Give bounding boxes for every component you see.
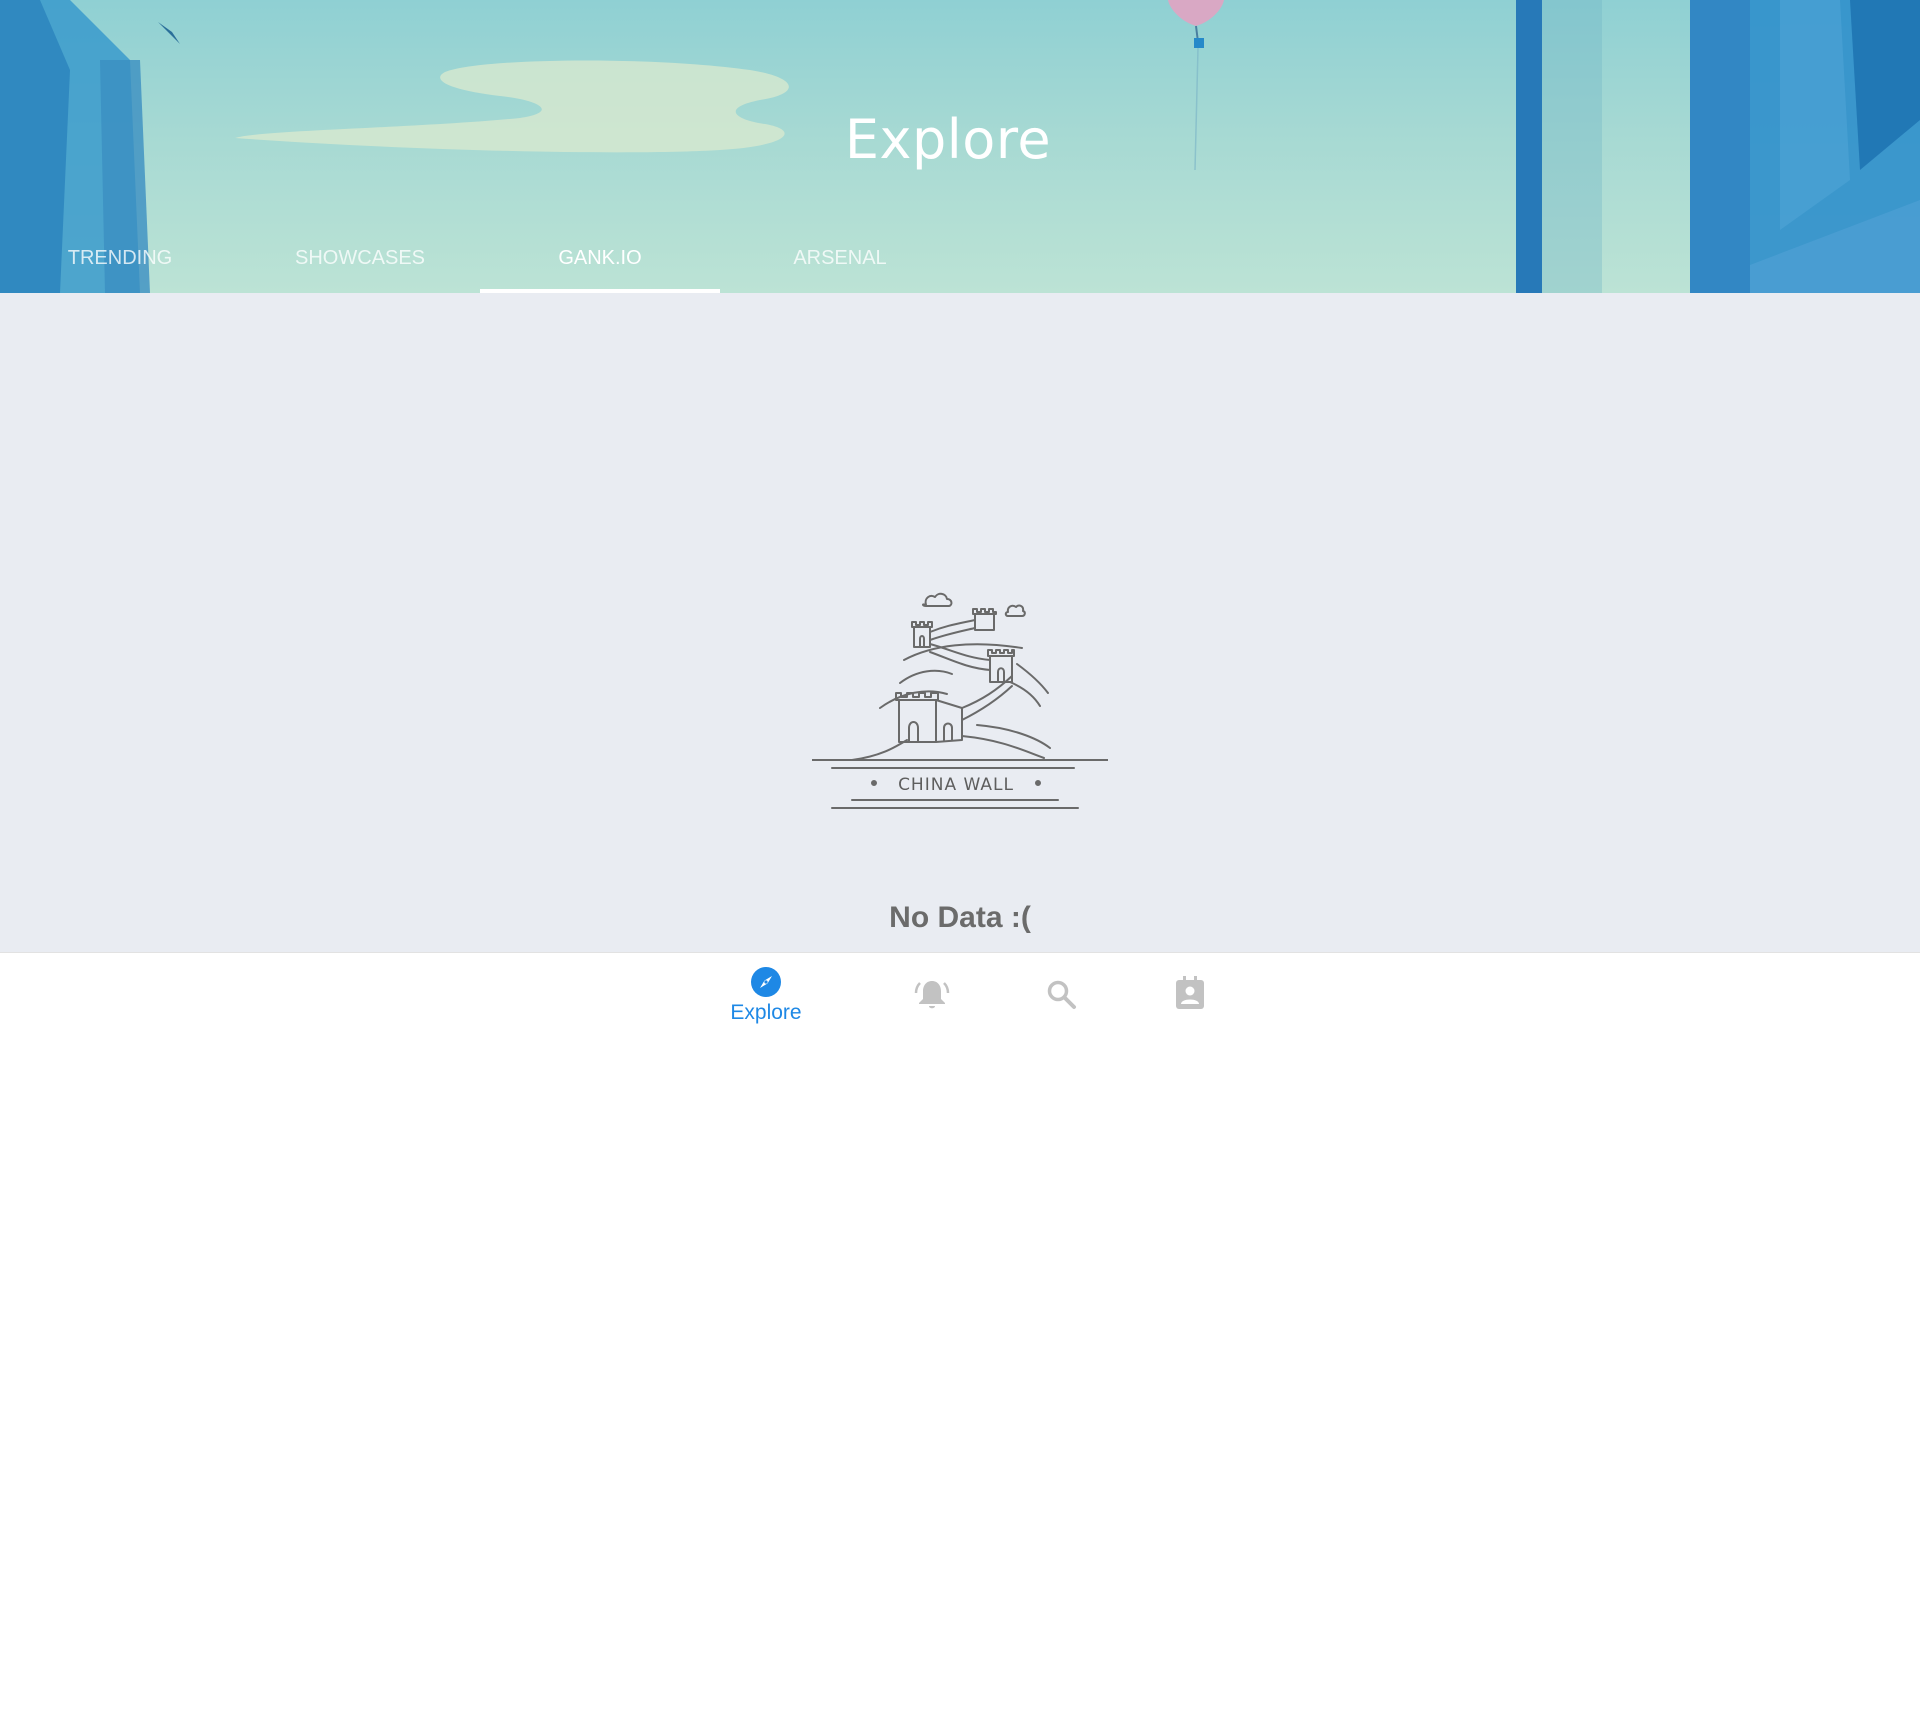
tab-bar: TRENDING SHOWCASES GANK.IO ARSENAL (0, 234, 960, 293)
compass-icon (751, 967, 781, 997)
illustration-caption: CHINA WALL (898, 775, 1014, 795)
empty-state-message: No Data :( (889, 901, 1031, 934)
nav-item-search[interactable] (1026, 953, 1098, 1039)
page-title: Explore (844, 108, 1052, 171)
empty-state-panel: CHINA WALL No Data :( (0, 293, 1920, 952)
great-wall-illustration: CHINA WALL (812, 592, 1108, 809)
bell-ringing-icon (914, 981, 950, 1009)
contact-card-icon (1176, 976, 1204, 1009)
bottom-navigation: Explore (0, 952, 1920, 1038)
tab-trending[interactable]: TRENDING (0, 234, 240, 293)
tab-showcases[interactable]: SHOWCASES (240, 234, 480, 293)
nav-item-explore[interactable]: Explore (712, 953, 820, 1039)
nav-item-notifications[interactable] (896, 953, 968, 1039)
tab-arsenal[interactable]: ARSENAL (720, 234, 960, 293)
nav-item-profile[interactable] (1154, 953, 1226, 1039)
nav-label-explore: Explore (730, 1001, 802, 1024)
tab-gank-io[interactable]: GANK.IO (480, 234, 720, 293)
app-header: Explore TRENDING SHOWCASES GANK.IO ARSEN… (0, 0, 1920, 293)
search-icon (1047, 980, 1076, 1009)
